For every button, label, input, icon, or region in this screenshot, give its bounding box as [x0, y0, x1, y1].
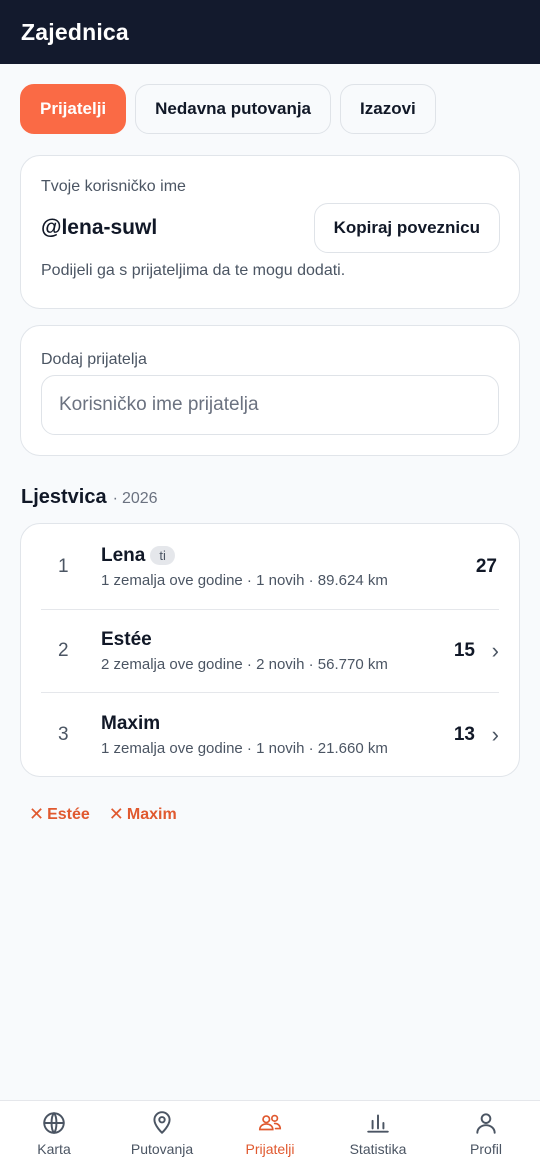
- tab-challenges[interactable]: Izazovi: [340, 84, 436, 134]
- self-badge: ti: [150, 546, 175, 565]
- page-title: Zajednica: [21, 18, 129, 45]
- username-handle: @lena-suwl: [41, 216, 158, 239]
- nav-label: Statistika: [349, 1141, 407, 1157]
- rank: 2: [58, 640, 69, 661]
- friend-name: Estée: [101, 629, 152, 650]
- close-icon: ✕: [108, 804, 124, 824]
- friend-stats: 1 zemalja ove godine · 1 novih · 21.660 …: [101, 739, 388, 757]
- friend-stats: 2 zemalja ove godine · 2 novih · 56.770 …: [101, 656, 388, 673]
- add-friend-label: Dodaj prijatelja: [41, 351, 147, 368]
- score: 15: [453, 640, 475, 661]
- copy-link-button[interactable]: Kopiraj poveznicu: [313, 203, 500, 253]
- top-bar: Zajednica: [0, 0, 540, 64]
- segment-tabs: Prijatelji Nedavna putovanja Izazovi: [0, 64, 540, 134]
- username-label: Tvoje korisničko ime: [41, 178, 186, 195]
- nav-map[interactable]: Karta: [0, 1101, 108, 1170]
- tab-friends[interactable]: Prijatelji: [20, 84, 127, 134]
- name-line: Estée: [101, 629, 454, 651]
- row-info: Maxim 1 zemalja ove godine · 1 novih · 2…: [101, 713, 454, 757]
- leaderboard-row[interactable]: 2 Estée 2 zemalja ove godine · 2 novih ·…: [41, 610, 499, 693]
- friend-name: Lena: [101, 544, 146, 566]
- score: 13: [453, 723, 475, 745]
- nav-label: Putovanja: [130, 1141, 194, 1157]
- remove-friend-maxim-button[interactable]: ✕ Maxim: [109, 804, 177, 825]
- nav-statistics[interactable]: Statistika: [324, 1101, 432, 1170]
- nav-friends[interactable]: Prijatelji: [216, 1101, 324, 1170]
- nav-trips[interactable]: Putovanja: [108, 1101, 216, 1170]
- leaderboard-separator: ·: [112, 490, 118, 507]
- chevron-right-icon: ›: [491, 721, 499, 747]
- tab-recent-trips[interactable]: Nedavna putovanja: [135, 84, 332, 134]
- leaderboard-year: 2026: [121, 490, 158, 507]
- remove-friends-row: ✕ Estée ✕ Maxim: [29, 804, 540, 825]
- bottom-navigation: Karta Putovanja Prijatelji Statistika Pr…: [0, 1100, 540, 1170]
- friend-stats: 1 zemalja ove godine · 1 novih · 89.624 …: [101, 571, 388, 589]
- leaderboard-card: 1 Lena ti 1 zemalja ove godine · 1 novih…: [20, 523, 520, 777]
- bar-chart-icon: [367, 1114, 389, 1133]
- remove-friend-estee-button[interactable]: ✕ Estée: [29, 804, 90, 825]
- chevron-right-icon: ›: [491, 638, 499, 663]
- remove-friend-label: Maxim: [126, 805, 177, 823]
- remove-friend-label: Estée: [47, 805, 90, 823]
- leaderboard-row: 1 Lena ti 1 zemalja ove godine · 1 novih…: [41, 524, 499, 610]
- leaderboard-title: Ljestvica: [21, 486, 107, 508]
- nav-label: Profil: [470, 1141, 502, 1157]
- nav-label: Prijatelji: [245, 1141, 295, 1157]
- name-line: Maxim: [101, 713, 454, 735]
- map-pin-icon: [153, 1111, 171, 1134]
- nav-profile[interactable]: Profil: [432, 1101, 540, 1170]
- add-friend-card: Dodaj prijatelja: [20, 325, 520, 456]
- username-card: Tvoje korisničko ime @lena-suwl Kopiraj …: [20, 155, 520, 309]
- rank: 1: [58, 555, 69, 577]
- score: 27: [475, 555, 497, 577]
- globe-icon: [43, 1112, 65, 1134]
- rank: 3: [58, 723, 69, 745]
- username-row: @lena-suwl Kopiraj poveznicu: [41, 203, 500, 253]
- leaderboard-row[interactable]: 3 Maxim 1 zemalja ove godine · 1 novih ·…: [41, 693, 499, 776]
- users-icon: [258, 1114, 282, 1131]
- friend-name: Maxim: [101, 712, 161, 734]
- friend-username-input[interactable]: [41, 375, 499, 435]
- user-icon: [476, 1113, 496, 1134]
- row-info: Lena ti 1 zemalja ove godine · 1 novih ·…: [101, 545, 476, 589]
- name-line: Lena ti: [101, 545, 476, 567]
- leaderboard-header: Ljestvica · 2026: [21, 486, 519, 509]
- close-icon: ✕: [29, 804, 45, 824]
- nav-label: Karta: [37, 1141, 71, 1157]
- row-info: Estée 2 zemalja ove godine · 2 novih · 5…: [101, 629, 454, 673]
- share-hint: Podijeli ga s prijateljima da te mogu do…: [41, 262, 346, 279]
